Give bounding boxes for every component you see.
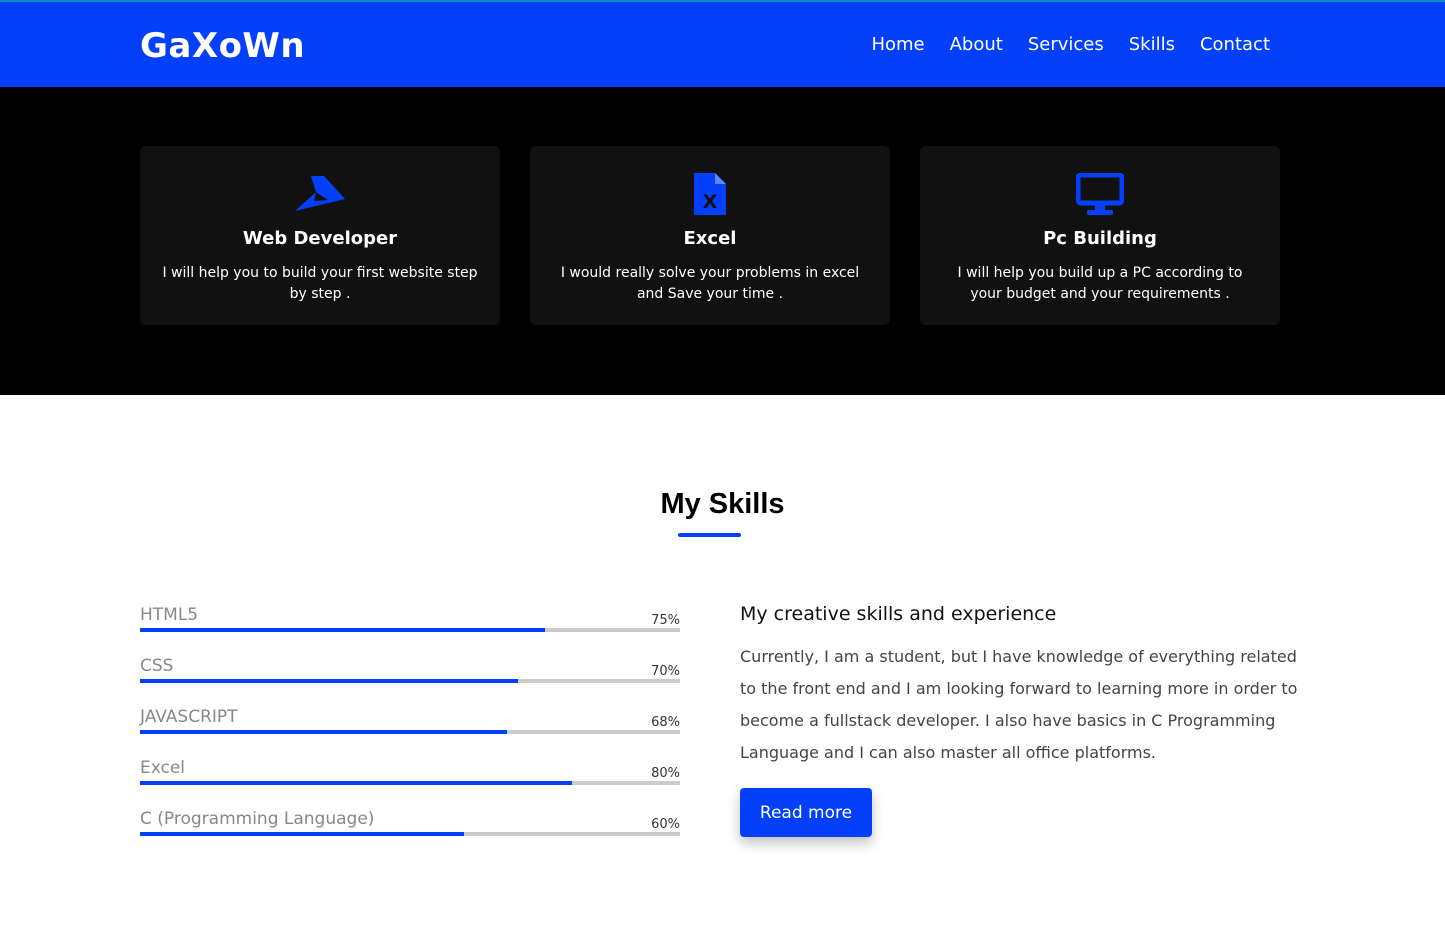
skill-track xyxy=(140,730,680,734)
nav-item-home[interactable]: Home xyxy=(871,34,924,55)
service-card-excel: X Excel I would really solve your proble… xyxy=(530,146,890,325)
desktop-monitor-icon xyxy=(920,172,1280,216)
skill-bar-excel: Excel 80% xyxy=(140,756,680,807)
skill-fill xyxy=(140,628,545,632)
skill-bar-c: C (Programming Language) 60% xyxy=(140,807,680,858)
skills-about: My creative skills and experience Curren… xyxy=(740,603,1300,769)
skill-bar-javascript: JAVASCRIPT 68% xyxy=(140,705,680,756)
nav-item-services[interactable]: Services xyxy=(1028,34,1104,55)
paper-plane-icon xyxy=(140,172,500,216)
nav-item-about[interactable]: About xyxy=(950,34,1003,55)
skill-name: C (Programming Language) xyxy=(140,809,375,829)
skills-heading: My Skills xyxy=(660,488,785,520)
skill-bar-html5: HTML5 75% xyxy=(140,603,680,654)
nav-menu: Home About Services Skills Contact xyxy=(871,34,1270,55)
skill-percent: 60% xyxy=(651,817,680,832)
skill-fill xyxy=(140,679,518,683)
svg-text:X: X xyxy=(703,191,718,213)
service-title: Pc Building xyxy=(1043,228,1157,249)
skill-bar-css: CSS 70% xyxy=(140,654,680,705)
service-card-web-developer: Web Developer I will help you to build y… xyxy=(140,146,500,325)
skill-bars: HTML5 75% CSS 70% JAVASCRIPT 68% Excel 8… xyxy=(140,603,680,858)
service-card-pc-building: Pc Building I will help you build up a P… xyxy=(920,146,1280,325)
skill-track xyxy=(140,628,680,632)
skill-percent: 68% xyxy=(651,715,680,730)
read-more-button[interactable]: Read more xyxy=(740,788,872,837)
services-section: Web Developer I will help you to build y… xyxy=(0,87,1445,395)
nav-item-skills[interactable]: Skills xyxy=(1129,34,1175,55)
skill-track xyxy=(140,832,680,836)
navbar: GaXoWn Home About Services Skills Contac… xyxy=(0,0,1445,87)
about-text: Currently, I am a student, but I have kn… xyxy=(740,647,1298,762)
service-description: I would really solve your problems in ex… xyxy=(560,265,860,302)
skill-percent: 70% xyxy=(651,664,680,679)
skill-name: JAVASCRIPT xyxy=(140,707,238,727)
skill-percent: 75% xyxy=(651,613,680,628)
skill-name: HTML5 xyxy=(140,605,199,625)
service-title: Excel xyxy=(683,228,737,249)
skill-fill xyxy=(140,781,572,785)
about-heading: My creative skills and experience xyxy=(740,603,1057,625)
nav-item-contact[interactable]: Contact xyxy=(1200,34,1270,55)
skill-fill xyxy=(140,832,464,836)
skill-name: Excel xyxy=(140,758,186,778)
service-description: I will help you build up a PC according … xyxy=(957,265,1243,302)
skill-percent: 80% xyxy=(651,766,680,781)
skill-track xyxy=(140,679,680,683)
excel-file-icon: X xyxy=(530,172,890,216)
service-title: Web Developer xyxy=(242,228,398,249)
site-logo[interactable]: GaXoWn xyxy=(140,26,305,66)
service-description: I will help you to build your first webs… xyxy=(162,265,478,302)
heading-underline xyxy=(678,533,741,537)
skill-track xyxy=(140,781,680,785)
skill-fill xyxy=(140,730,508,734)
skill-name: CSS xyxy=(140,656,174,676)
